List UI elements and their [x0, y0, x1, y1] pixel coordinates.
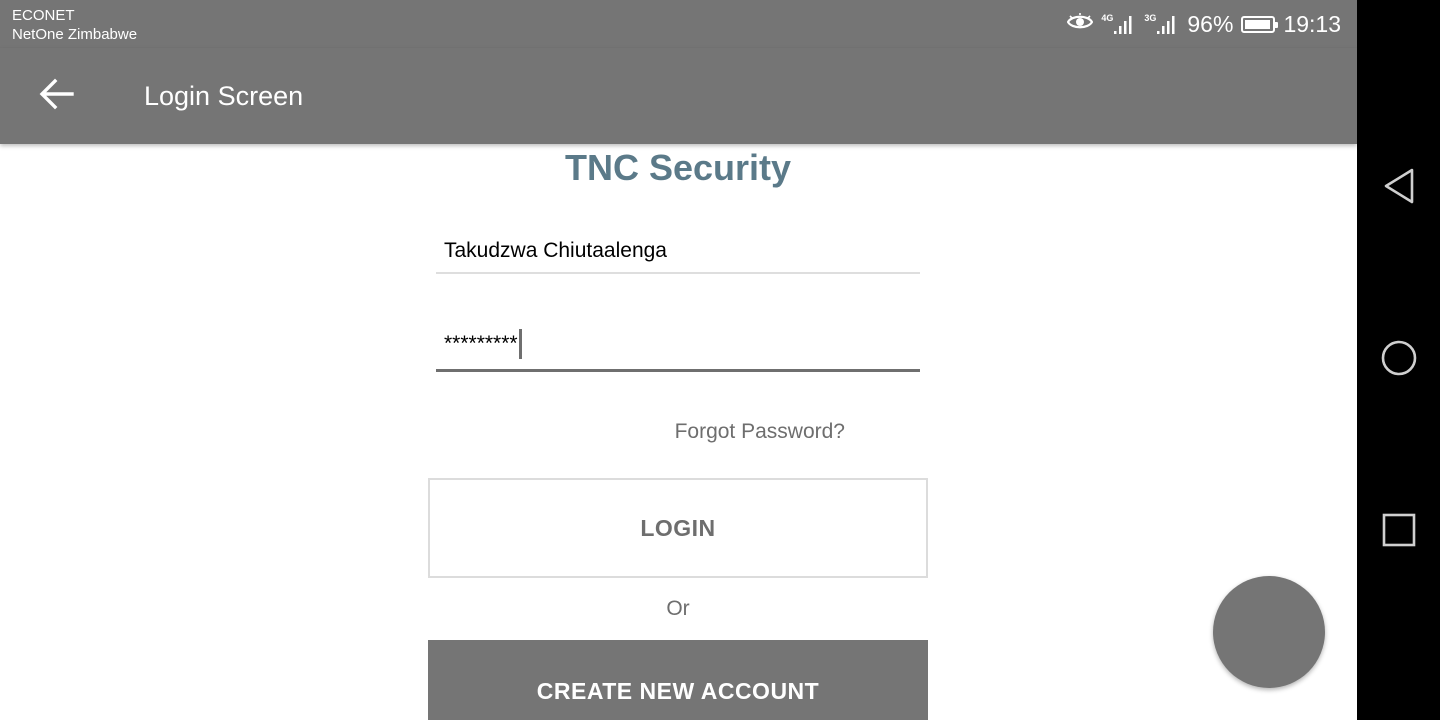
home-circle-icon	[1380, 339, 1418, 382]
clock: 19:13	[1283, 10, 1341, 37]
signal-4g-icon: 4G	[1101, 13, 1136, 35]
or-separator: Or	[666, 597, 690, 620]
forgot-password-link[interactable]: Forgot Password?	[675, 420, 845, 444]
brand-title: TNC Security	[564, 147, 792, 188]
nav-home-button[interactable]	[1357, 320, 1440, 400]
app-bar: Login Screen	[0, 48, 1357, 144]
app-bar-title: Login Screen	[144, 81, 304, 111]
username-field[interactable]	[436, 230, 920, 274]
eye-icon	[1067, 11, 1094, 38]
network-type-1: 4G	[1101, 13, 1114, 23]
login-button[interactable]: LOGIN	[428, 478, 928, 578]
back-triangle-icon	[1382, 167, 1416, 210]
carrier-info: ECONET NetOne Zimbabwe	[12, 6, 137, 44]
app-screen: ECONET NetOne Zimbabwe 4G 3G 96% 19:13 L…	[0, 0, 1357, 720]
carrier-secondary: NetOne Zimbabwe	[12, 26, 138, 43]
battery-fill	[1245, 19, 1271, 29]
signal-3g-icon: 3G	[1144, 13, 1179, 35]
back-button[interactable]	[28, 70, 84, 122]
password-field[interactable]	[436, 322, 920, 372]
nav-back-button[interactable]	[1357, 148, 1440, 228]
status-icons: 4G 3G 96% 19:13	[1067, 8, 1341, 40]
carrier-primary: ECONET	[12, 7, 75, 24]
floating-action-button[interactable]	[1213, 576, 1325, 688]
nav-recents-button[interactable]	[1357, 492, 1440, 572]
arrow-left-icon	[38, 78, 74, 115]
battery-percent: 96%	[1187, 10, 1234, 37]
network-type-2: 3G	[1144, 13, 1157, 23]
system-nav-bar	[1357, 0, 1440, 720]
recents-square-icon	[1381, 512, 1417, 553]
create-account-button[interactable]: CREATE NEW ACCOUNT	[428, 640, 928, 720]
status-bar: ECONET NetOne Zimbabwe 4G 3G 96% 19:13	[0, 0, 1357, 48]
battery-icon	[1241, 15, 1279, 33]
